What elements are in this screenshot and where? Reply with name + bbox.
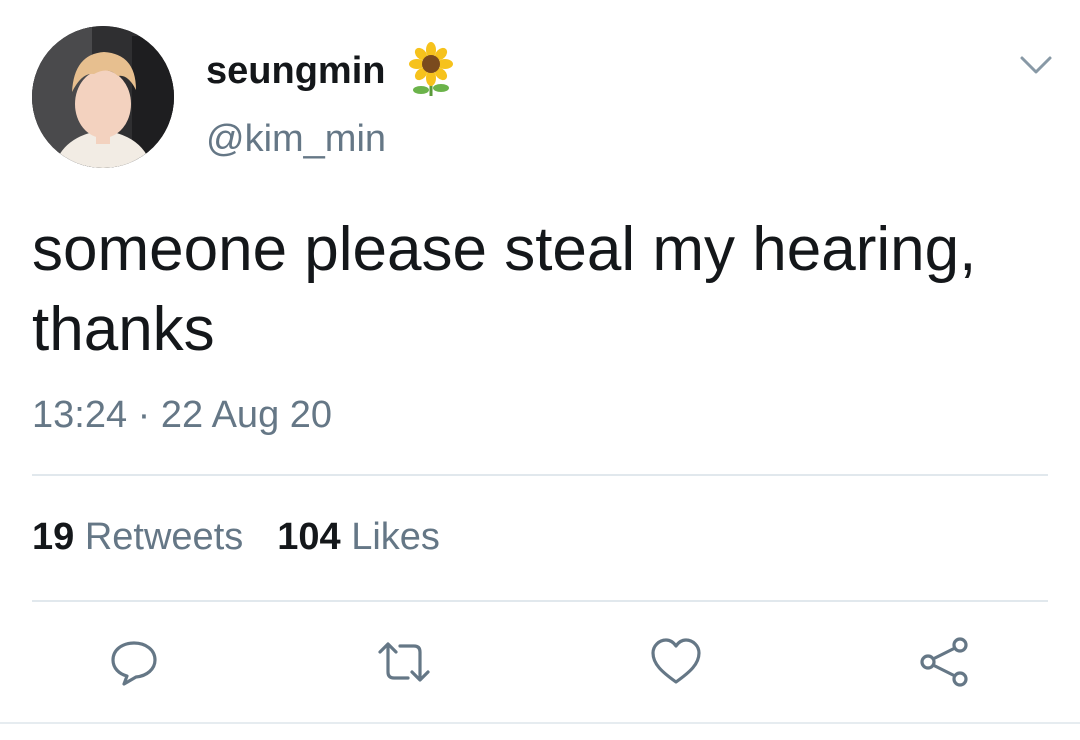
like-icon[interactable] [648,634,704,690]
likes-stat[interactable]: 104 Likes [277,516,440,558]
retweets-stat[interactable]: 19 Retweets [32,516,243,558]
avatar[interactable] [32,26,174,168]
divider [32,600,1048,602]
share-icon[interactable] [918,634,974,690]
tweet-timestamp[interactable]: 13:24 · 22 Aug 20 [32,392,332,438]
chevron-down-icon[interactable] [1016,50,1056,80]
retweets-label: Retweets [84,516,244,558]
divider [0,722,1080,724]
retweets-count: 19 [32,516,75,558]
sunflower-icon [406,42,456,98]
retweet-icon[interactable] [376,634,432,690]
tweet-card: seungmin @kim_min someone please steal m… [0,0,1080,740]
likes-label: Likes [351,516,440,558]
user-handle[interactable]: @kim_min [206,116,386,162]
tweet-stats: 19 Retweets 104 Likes [32,514,440,560]
tweet-text: someone please steal my hearing, thanks [32,215,977,364]
divider [32,474,1048,476]
likes-count: 104 [277,516,341,558]
reply-icon[interactable] [106,634,162,690]
display-name[interactable]: seungmin [206,48,385,94]
